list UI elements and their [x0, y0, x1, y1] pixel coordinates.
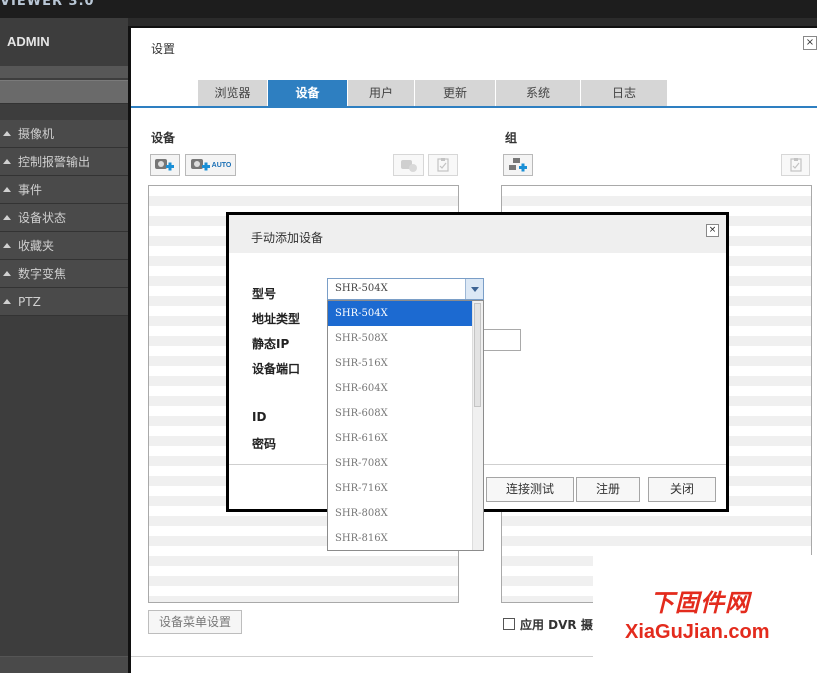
- expand-arrow-icon: [3, 187, 11, 192]
- scrollbar-thumb[interactable]: [474, 303, 481, 407]
- sidebar-item-label: PTZ: [18, 294, 41, 309]
- sidebar-item-label: 数字变焦: [18, 267, 67, 281]
- camera-settings-button[interactable]: [393, 154, 424, 176]
- model-option[interactable]: SHR-516X: [328, 351, 473, 376]
- model-option[interactable]: SHR-604X: [328, 376, 473, 401]
- sidebar-item-label: 摄像机: [18, 127, 55, 141]
- apply-dvr-checkbox[interactable]: [503, 618, 515, 630]
- close-icon[interactable]: ×: [803, 36, 817, 50]
- add-group-icon: [509, 158, 527, 172]
- model-option[interactable]: SHR-708X: [328, 451, 473, 476]
- model-select[interactable]: SHR-504X: [327, 278, 484, 300]
- close-icon[interactable]: ×: [706, 224, 719, 237]
- user-name: ADMIN: [7, 34, 50, 49]
- sidebar-footer: [0, 656, 128, 673]
- sidebar-toolbar[interactable]: [0, 80, 128, 104]
- title-bar: VIEWER 3.0: [0, 0, 817, 18]
- sidebar-divider: [0, 66, 128, 78]
- add-group-button[interactable]: [503, 154, 533, 176]
- tab-underline: [131, 106, 817, 108]
- sidebar-item-label: 事件: [18, 183, 43, 197]
- expand-arrow-icon: [3, 299, 11, 304]
- register-button[interactable]: 注册: [576, 477, 640, 502]
- device-menu-settings-button[interactable]: 设备菜单设置: [148, 610, 242, 634]
- add-camera-icon: [155, 159, 174, 171]
- sidebar-item-alarm-output[interactable]: 控制报警输出: [0, 148, 128, 176]
- expand-arrow-icon: [3, 159, 11, 164]
- expand-arrow-icon: [3, 271, 11, 276]
- model-select-value: SHR-504X: [335, 283, 388, 294]
- tab-system[interactable]: 系统: [496, 80, 581, 106]
- watermark-text-en: XiaGuJian.com: [625, 621, 770, 643]
- sidebar-item-camera[interactable]: 摄像机: [0, 120, 128, 148]
- group-checklist-button[interactable]: [781, 154, 810, 176]
- model-label: 型号: [252, 287, 277, 301]
- model-option[interactable]: SHR-816X: [328, 526, 473, 550]
- settings-title: 设置: [151, 42, 176, 56]
- auto-add-icon: [190, 159, 210, 171]
- device-checklist-button[interactable]: [428, 154, 458, 176]
- app-title: VIEWER 3.0: [0, 0, 95, 9]
- model-dropdown-list[interactable]: SHR-504X SHR-508X SHR-516X SHR-604X SHR-…: [327, 300, 484, 551]
- model-option[interactable]: SHR-616X: [328, 426, 473, 451]
- sidebar-item-favorites[interactable]: 收藏夹: [0, 232, 128, 260]
- clipboard-icon: [437, 158, 449, 172]
- model-option[interactable]: SHR-608X: [328, 401, 473, 426]
- static-ip-label: 静态IP: [252, 337, 290, 351]
- expand-arrow-icon: [3, 131, 11, 136]
- sidebar-item-label: 设备状态: [18, 211, 67, 225]
- sidebar-item-label: 控制报警输出: [18, 155, 91, 169]
- tab-log[interactable]: 日志: [581, 80, 668, 106]
- dropdown-scrollbar[interactable]: [472, 301, 483, 550]
- camera-settings-icon: [400, 160, 417, 172]
- tab-device[interactable]: 设备: [268, 80, 348, 106]
- sidebar: ADMIN 摄像机 控制报警输出 事件 设备状态 收藏夹 数字变焦 PTZ: [0, 18, 128, 673]
- model-option[interactable]: SHR-808X: [328, 501, 473, 526]
- group-section-label: 组: [505, 131, 518, 145]
- sidebar-item-device-status[interactable]: 设备状态: [0, 204, 128, 232]
- expand-arrow-icon: [3, 243, 11, 248]
- static-ip-input[interactable]: [482, 329, 521, 351]
- auto-add-button[interactable]: AUTO: [185, 154, 236, 176]
- watermark: 下固件网 XiaGuJian.com: [593, 555, 817, 673]
- sidebar-item-event[interactable]: 事件: [0, 176, 128, 204]
- tab-update[interactable]: 更新: [415, 80, 496, 106]
- chevron-down-icon[interactable]: [465, 279, 483, 299]
- tab-browser[interactable]: 浏览器: [198, 80, 268, 106]
- expand-arrow-icon: [3, 215, 11, 220]
- tab-user[interactable]: 用户: [348, 80, 415, 106]
- sidebar-item-digital-zoom[interactable]: 数字变焦: [0, 260, 128, 288]
- close-button[interactable]: 关闭: [648, 477, 716, 502]
- device-port-label: 设备端口: [252, 362, 301, 376]
- sidebar-item-ptz[interactable]: PTZ: [0, 288, 128, 316]
- sidebar-item-label: 收藏夹: [18, 239, 55, 253]
- add-camera-button[interactable]: [150, 154, 180, 176]
- dialog-header: 手动添加设备 ×: [229, 215, 726, 253]
- connection-test-button[interactable]: 连接测试: [486, 477, 574, 502]
- model-option[interactable]: SHR-504X: [328, 301, 473, 326]
- address-type-label: 地址类型: [252, 312, 301, 326]
- id-label: ID: [252, 410, 267, 424]
- dialog-title: 手动添加设备: [251, 231, 324, 245]
- clipboard-icon: [789, 158, 802, 172]
- watermark-text-cn: 下固件网: [650, 588, 750, 617]
- device-section-label: 设备: [151, 131, 176, 145]
- model-option[interactable]: SHR-716X: [328, 476, 473, 501]
- model-option[interactable]: SHR-508X: [328, 326, 473, 351]
- auto-badge: AUTO: [211, 161, 232, 169]
- password-label: 密码: [252, 437, 277, 451]
